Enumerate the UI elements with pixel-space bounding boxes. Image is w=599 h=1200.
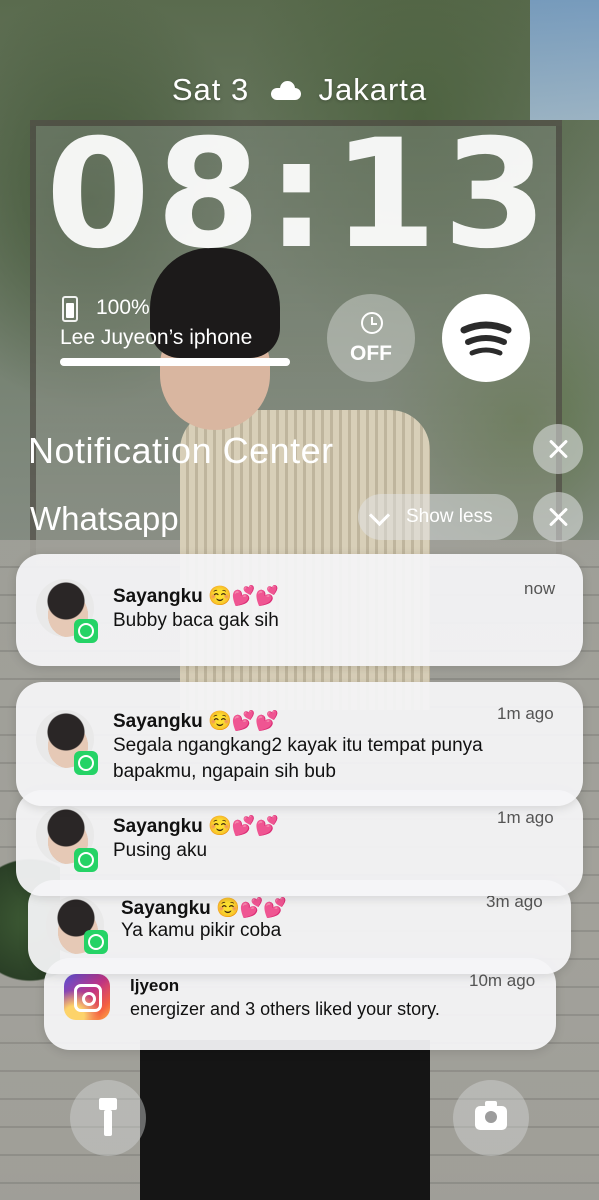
- cloud-icon: [269, 80, 303, 100]
- notification-sender: Sayangku ☺️💕💕: [113, 584, 279, 608]
- notification-message: Segala ngangkang2 kayak itu tempat punya…: [113, 735, 483, 782]
- sender-name: Sayangku: [113, 586, 203, 607]
- clear-all-button[interactable]: [533, 424, 583, 474]
- notification-card[interactable]: [16, 554, 583, 666]
- date-weather-row: Sat 3 Jakarta: [0, 70, 599, 108]
- notification-sender: Sayangku ☺️💕💕: [113, 814, 279, 838]
- camera-icon: [475, 1101, 507, 1130]
- notification-message: Pusing aku: [113, 840, 208, 861]
- sender-emoji: ☺️💕💕: [216, 898, 288, 919]
- sender-name: Sayangku: [121, 898, 211, 919]
- device-name: Lee Juyeon’s iphone: [60, 326, 253, 349]
- camera-button[interactable]: [453, 1080, 529, 1156]
- notification-time: 1m ago: [497, 704, 554, 723]
- app-group-title: Whatsapp: [30, 500, 179, 537]
- notification-message: Bubby baca gak sih: [113, 610, 279, 631]
- spotify-icon: [460, 321, 512, 356]
- notification-message: energizer and 3 others liked your story.: [130, 999, 440, 1019]
- notification-center-title: Notification Center: [28, 430, 334, 471]
- whatsapp-icon: [84, 930, 108, 954]
- show-less-label: Show less: [406, 506, 493, 527]
- close-icon: [548, 439, 568, 459]
- alarm-clock-icon: [361, 312, 383, 334]
- battery-percent: 100%: [96, 296, 150, 319]
- notification-message: Ya kamu pikir coba: [121, 920, 282, 941]
- show-less-button[interactable]: Show less: [358, 494, 518, 540]
- sender-emoji: ☺️💕💕: [208, 586, 280, 607]
- notification-time: 1m ago: [497, 808, 554, 827]
- close-icon: [548, 507, 568, 527]
- chevron-down-icon: [368, 504, 391, 527]
- whatsapp-icon: [74, 751, 98, 775]
- sender-name: Sayangku: [113, 711, 203, 732]
- alarm-status: OFF: [350, 342, 392, 365]
- whatsapp-icon: [74, 848, 98, 872]
- sender-emoji: ☺️💕💕: [208, 816, 280, 837]
- sender-emoji: ☺️💕💕: [208, 711, 280, 732]
- notification-time: 10m ago: [469, 971, 536, 990]
- sender-name: Sayangku: [113, 816, 203, 837]
- flashlight-button[interactable]: [70, 1080, 146, 1156]
- notification-time: now: [524, 579, 556, 598]
- battery-icon: [62, 296, 78, 322]
- clear-group-button[interactable]: [533, 492, 583, 542]
- city-label: Jakarta: [318, 71, 428, 107]
- wallpaper-person-pants: [140, 1040, 430, 1200]
- instagram-icon: [64, 974, 110, 1020]
- alarm-widget[interactable]: OFF: [327, 294, 415, 382]
- clock: 08:13: [45, 108, 554, 282]
- notification-sender: ljyeon: [130, 976, 180, 995]
- spotify-widget[interactable]: [442, 294, 530, 382]
- battery-bar-fill: [60, 358, 290, 366]
- notification-sender: Sayangku ☺️💕💕: [121, 896, 287, 920]
- flashlight-icon: [99, 1098, 117, 1138]
- whatsapp-icon: [74, 619, 98, 643]
- date-label: Sat 3: [171, 71, 250, 107]
- battery-bar: [60, 358, 290, 366]
- notification-sender: Sayangku ☺️💕💕: [113, 709, 279, 733]
